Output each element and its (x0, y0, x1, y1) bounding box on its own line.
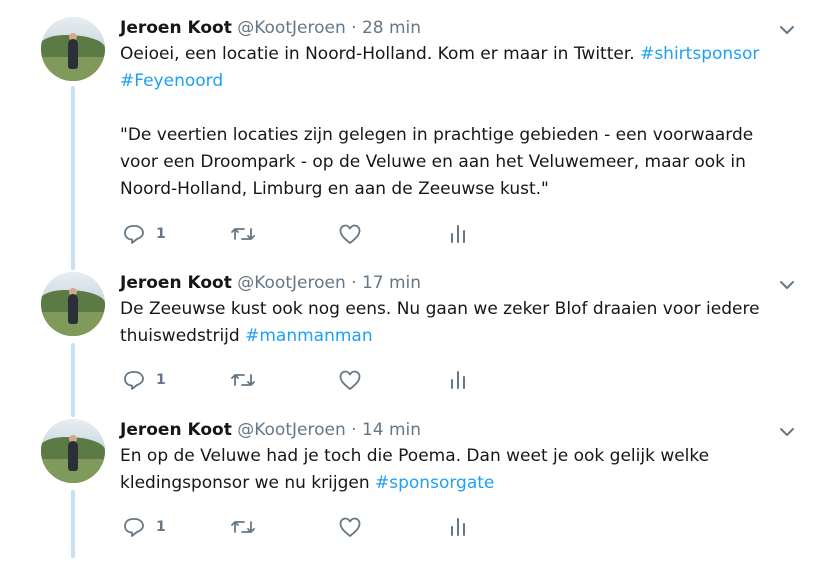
retweet-button[interactable] (230, 222, 256, 246)
separator: · (351, 18, 357, 38)
avatar[interactable] (41, 419, 105, 483)
author-handle[interactable]: @KootJeroen (237, 273, 346, 293)
chevron-down-icon[interactable] (778, 21, 796, 39)
reply-button[interactable]: 1 (122, 368, 166, 392)
tweet-text: Oeioei, een locatie in Noord-Holland. Ko… (120, 41, 780, 95)
hashtag-link[interactable]: #manmanman (245, 326, 373, 346)
tweet[interactable]: Jeroen Koot @KootJeroen · 17 min De Zeeu… (0, 272, 834, 402)
retweet-icon (230, 368, 256, 392)
analytics-button[interactable] (448, 515, 468, 539)
retweet-button[interactable] (230, 368, 256, 392)
tweet-actions: 1 (120, 222, 480, 246)
like-button[interactable] (338, 515, 362, 539)
timestamp[interactable]: 28 min (362, 18, 421, 38)
analytics-icon (448, 515, 468, 539)
like-icon (338, 515, 362, 539)
tweet-text: De Zeeuwse kust ook nog eens. Nu gaan we… (120, 296, 780, 350)
tweet-header: Jeroen Koot @KootJeroen · 28 min (120, 17, 421, 39)
author-handle[interactable]: @KootJeroen (237, 18, 346, 38)
reply-icon (122, 368, 146, 392)
separator: · (351, 273, 357, 293)
tweet-quote: "De veertien locaties zijn gelegen in pr… (120, 125, 759, 199)
analytics-icon (448, 368, 468, 392)
chevron-down-icon[interactable] (778, 276, 796, 294)
tweet-header: Jeroen Koot @KootJeroen · 17 min (120, 272, 421, 294)
hashtag-link[interactable]: #shirtsponsor (640, 44, 759, 64)
tweet[interactable]: Jeroen Koot @KootJeroen · 14 min En op d… (0, 419, 834, 549)
analytics-icon (448, 222, 468, 246)
reply-button[interactable]: 1 (122, 222, 166, 246)
author-name[interactable]: Jeroen Koot (120, 420, 232, 440)
tweet-actions: 1 (120, 368, 480, 392)
avatar[interactable] (41, 17, 105, 81)
analytics-button[interactable] (448, 222, 468, 246)
like-button[interactable] (338, 368, 362, 392)
analytics-button[interactable] (448, 368, 468, 392)
timestamp[interactable]: 17 min (362, 273, 421, 293)
retweet-icon (230, 515, 256, 539)
retweet-button[interactable] (230, 515, 256, 539)
timestamp[interactable]: 14 min (362, 420, 421, 440)
chevron-down-icon[interactable] (778, 423, 796, 441)
reply-button[interactable]: 1 (122, 515, 166, 539)
author-name[interactable]: Jeroen Koot (120, 273, 232, 293)
author-name[interactable]: Jeroen Koot (120, 18, 232, 38)
hashtag-link[interactable]: #Feyenoord (120, 71, 223, 91)
tweet-text-body: Oeioei, een locatie in Noord-Holland. Ko… (120, 44, 641, 64)
avatar[interactable] (41, 272, 105, 336)
reply-count: 1 (156, 372, 166, 388)
author-handle[interactable]: @KootJeroen (237, 420, 346, 440)
tweet-text: En op de Veluwe had je toch die Poema. D… (120, 443, 780, 497)
reply-count: 1 (156, 519, 166, 535)
tweet-actions: 1 (120, 515, 480, 539)
like-icon (338, 222, 362, 246)
retweet-icon (230, 222, 256, 246)
reply-count: 1 (156, 226, 166, 242)
like-icon (338, 368, 362, 392)
separator: · (351, 420, 357, 440)
reply-icon (122, 222, 146, 246)
like-button[interactable] (338, 222, 362, 246)
reply-icon (122, 515, 146, 539)
hashtag-link[interactable]: #sponsorgate (375, 473, 494, 493)
tweet[interactable]: Jeroen Koot @KootJeroen · 28 min Oeioei,… (0, 17, 834, 257)
tweet-text-body: De Zeeuwse kust ook nog eens. Nu gaan we… (120, 299, 765, 346)
tweet-header: Jeroen Koot @KootJeroen · 14 min (120, 419, 421, 441)
